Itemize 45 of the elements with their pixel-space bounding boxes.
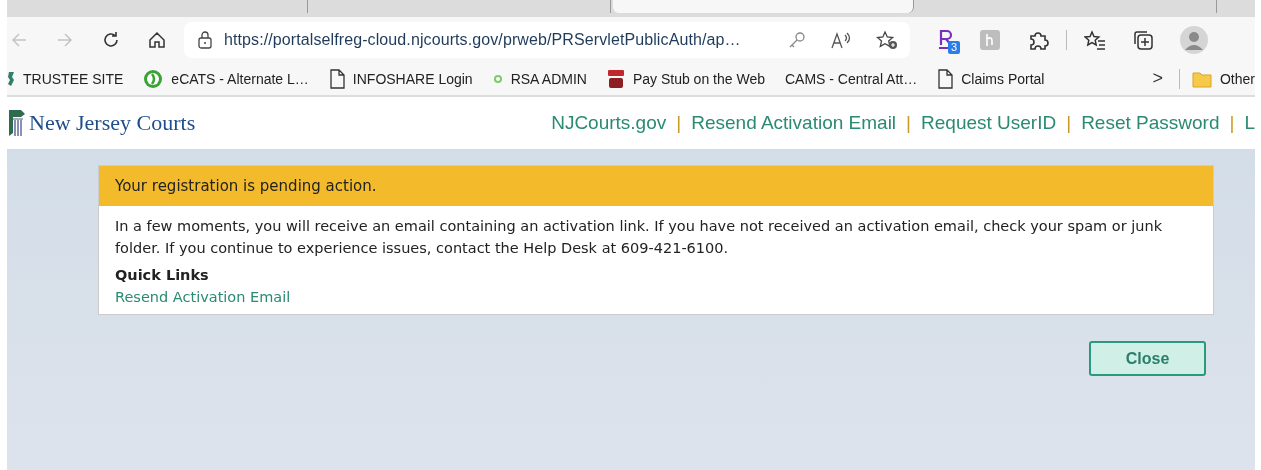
more-bookmarks-chevron[interactable]: >: [1152, 68, 1163, 89]
address-bar[interactable]: https://portalselfreg-cloud.njcourts.gov/prweb/PRServletPublicAuth/ap…: [184, 21, 910, 58]
courthouse-logo-icon: [7, 108, 27, 138]
collections-icon[interactable]: [1132, 28, 1154, 51]
home-icon[interactable]: [147, 29, 167, 50]
badge: 3: [947, 40, 960, 54]
page-icon: [937, 68, 954, 89]
bookmark-link[interactable]: INFOSHARE Login: [328, 68, 473, 89]
bookmark-link[interactable]: TRUSTEE SITE: [7, 70, 124, 87]
quick-links-heading: Quick Links: [115, 267, 210, 283]
nav-link[interactable]: NJCourts.gov: [551, 112, 667, 134]
close-button[interactable]: Close: [1089, 341, 1206, 376]
site-badge-icon: [606, 68, 625, 89]
reload-icon[interactable]: [101, 29, 121, 50]
bookmark-link[interactable]: CAMS - Central Att…: [784, 70, 918, 87]
page-icon: [328, 68, 345, 89]
nav-link[interactable]: Request UserID: [921, 112, 1057, 134]
nav-separator: |: [1066, 112, 1072, 134]
folder-icon: [1192, 69, 1212, 88]
site-circle-icon: [143, 68, 164, 89]
read-aloud-icon[interactable]: [830, 30, 852, 49]
url-text: https://portalselfreg-cloud.njcourts.gov/prweb/PRServletPublicAuth/ap…: [224, 30, 742, 49]
quick-link[interactable]: Resend Activation Email: [115, 289, 291, 305]
bookmark-link[interactable]: Pay Stub on the Web: [606, 68, 765, 89]
bookmark-link[interactable]: RSA ADMIN: [492, 70, 587, 87]
bookmark-link[interactable]: eCATS - Alternate L…: [143, 68, 309, 89]
site-logo-icon: [7, 70, 15, 87]
bookmark-link[interactable]: Claims Portal: [937, 68, 1045, 89]
favorites-icon[interactable]: [1084, 28, 1106, 51]
nav-separator: |: [906, 112, 912, 134]
dot-icon: [492, 73, 503, 84]
notice-title: Your registration is pending action.: [99, 166, 1213, 206]
star-add-icon[interactable]: [876, 29, 898, 50]
notice-message: In a few moments, you will receive an email containing an activation link. If you have not received an activation email, check your spam or junk folder. If you continue to experience issues, contact the Help Desk at 609-421-6100.: [115, 217, 1164, 258]
profile-avatar-icon[interactable]: [1180, 25, 1208, 54]
nav-separator: |: [1229, 112, 1235, 134]
nav-separator: |: [676, 112, 682, 134]
nav-link[interactable]: Resend Activation Email: [691, 112, 897, 134]
extension-icon[interactable]: 3: [932, 25, 960, 54]
lock-icon: [198, 30, 212, 49]
nav-link[interactable]: L: [1244, 112, 1255, 134]
bookmark-folder[interactable]: Other: [1192, 69, 1255, 88]
key-icon[interactable]: [788, 30, 806, 49]
site-logo[interactable]: New Jersey Courts: [29, 110, 196, 136]
nav-link[interactable]: Reset Password: [1081, 112, 1220, 134]
